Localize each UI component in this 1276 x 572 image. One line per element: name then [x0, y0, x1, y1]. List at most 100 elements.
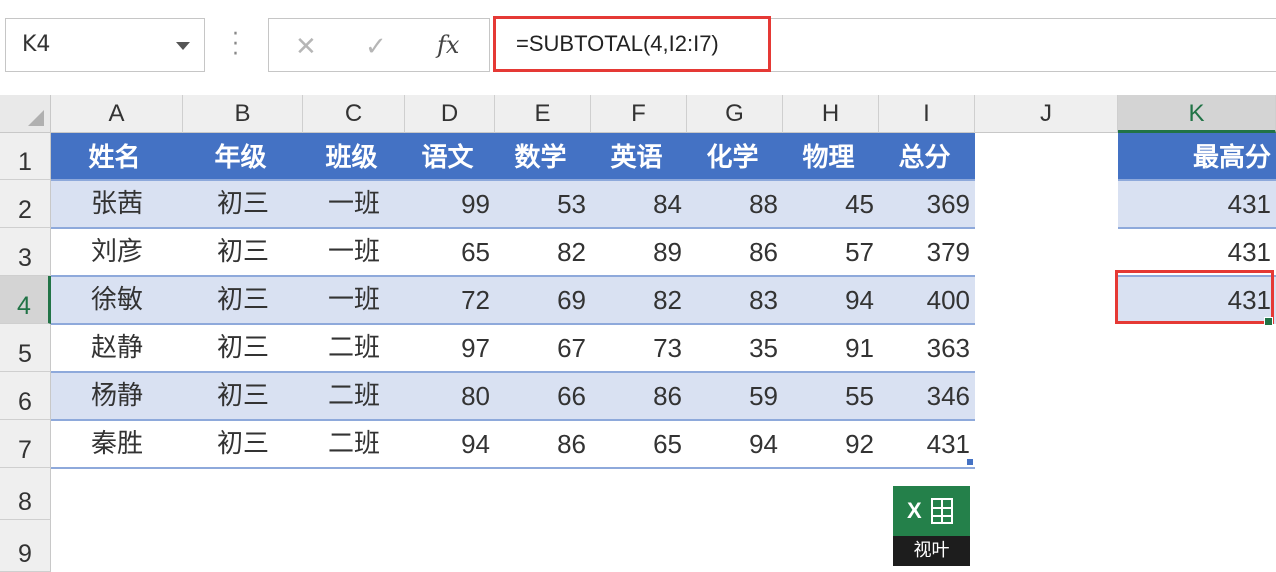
row-header-2[interactable]: 2 — [0, 180, 51, 228]
table-cell[interactable]: 346 — [879, 372, 975, 420]
name-box[interactable]: K4 — [5, 18, 205, 72]
table-cell[interactable]: 初三 — [183, 228, 303, 276]
row-header-6[interactable]: 6 — [0, 372, 51, 420]
k-value-cell[interactable]: 431 — [1118, 180, 1276, 228]
table-cell[interactable]: 一班 — [303, 228, 405, 276]
table-cell[interactable]: 99 — [405, 180, 495, 228]
table-cell[interactable]: 初三 — [183, 324, 303, 372]
table-cell[interactable]: 59 — [687, 372, 783, 420]
select-all-corner[interactable] — [0, 95, 51, 133]
k-row-divider — [1118, 227, 1276, 229]
row-header-3[interactable]: 3 — [0, 228, 51, 276]
row-header-8[interactable]: 8 — [0, 468, 51, 520]
row-header-7[interactable]: 7 — [0, 420, 51, 468]
table-cell[interactable]: 369 — [879, 180, 975, 228]
table-cell[interactable]: 86 — [687, 228, 783, 276]
fill-handle[interactable] — [1264, 317, 1273, 326]
column-header-c[interactable]: C — [303, 95, 405, 133]
column-header-i[interactable]: I — [879, 95, 975, 133]
table-cell[interactable]: 初三 — [183, 180, 303, 228]
table-cell[interactable]: 84 — [591, 180, 687, 228]
row-header-9[interactable]: 9 — [0, 520, 51, 572]
table-cell[interactable]: 82 — [495, 228, 591, 276]
column-header-g[interactable]: G — [687, 95, 783, 133]
table-cell[interactable]: 73 — [591, 324, 687, 372]
table-cell[interactable]: 82 — [591, 276, 687, 324]
table-cell[interactable]: 二班 — [303, 420, 405, 468]
k-value-cell[interactable]: 431 — [1118, 228, 1276, 276]
cell-value: 秦胜 — [90, 429, 143, 459]
table-cell[interactable]: 400 — [879, 276, 975, 324]
table-cell[interactable]: 89 — [591, 228, 687, 276]
table-cell[interactable]: 431 — [879, 420, 975, 468]
column-header-f[interactable]: F — [591, 95, 687, 133]
table-cell[interactable]: 67 — [495, 324, 591, 372]
enter-icon[interactable]: ✓ — [365, 32, 387, 62]
row-header-1[interactable]: 1 — [0, 133, 51, 180]
table-cell[interactable]: 秦胜 — [51, 420, 183, 468]
table-cell[interactable]: 杨静 — [51, 372, 183, 420]
table-resize-handle[interactable] — [967, 459, 973, 465]
formula-input[interactable]: =SUBTOTAL(4,I2:I7) — [493, 16, 771, 72]
chevron-down-icon[interactable] — [176, 42, 190, 50]
table-cell[interactable]: 一班 — [303, 180, 405, 228]
cancel-icon[interactable]: ✕ — [295, 32, 317, 62]
column-header-k[interactable]: K — [1118, 95, 1276, 133]
table-cell[interactable]: 379 — [879, 228, 975, 276]
k-header-cell[interactable]: 最高分 — [1118, 133, 1276, 180]
table-cell[interactable]: 91 — [783, 324, 879, 372]
column-header-j[interactable]: J — [975, 95, 1118, 133]
table-cell[interactable]: 66 — [495, 372, 591, 420]
column-header-e[interactable]: E — [495, 95, 591, 133]
table-cell[interactable]: 65 — [405, 228, 495, 276]
table-cell[interactable]: 94 — [405, 420, 495, 468]
table-cell[interactable]: 刘彦 — [51, 228, 183, 276]
table-cell[interactable]: 83 — [687, 276, 783, 324]
table-cell[interactable]: 69 — [495, 276, 591, 324]
table-header-cell[interactable]: 物理 — [783, 133, 879, 180]
row-header-5[interactable]: 5 — [0, 324, 51, 372]
more-options-icon[interactable]: · · · — [232, 24, 239, 66]
table-header-cell[interactable]: 语文 — [405, 133, 495, 180]
table-cell[interactable]: 赵静 — [51, 324, 183, 372]
table-cell[interactable]: 徐敏 — [51, 276, 183, 324]
table-cell[interactable]: 363 — [879, 324, 975, 372]
table-cell[interactable]: 初三 — [183, 420, 303, 468]
table-cell[interactable]: 97 — [405, 324, 495, 372]
table-header-cell[interactable]: 化学 — [687, 133, 783, 180]
table-cell[interactable]: 53 — [495, 180, 591, 228]
column-header-a[interactable]: A — [51, 95, 183, 133]
table-cell[interactable]: 55 — [783, 372, 879, 420]
row-number: 4 — [17, 292, 31, 320]
table-cell[interactable]: 94 — [687, 420, 783, 468]
table-cell[interactable]: 72 — [405, 276, 495, 324]
column-header-b[interactable]: B — [183, 95, 303, 133]
table-cell[interactable]: 一班 — [303, 276, 405, 324]
table-header-cell[interactable]: 班级 — [303, 133, 405, 180]
table-cell[interactable]: 二班 — [303, 372, 405, 420]
formula-input-extension[interactable] — [771, 18, 1276, 72]
table-cell[interactable]: 二班 — [303, 324, 405, 372]
table-cell[interactable]: 65 — [591, 420, 687, 468]
column-header-h[interactable]: H — [783, 95, 879, 133]
table-cell[interactable]: 94 — [783, 276, 879, 324]
table-cell[interactable]: 86 — [495, 420, 591, 468]
column-header-d[interactable]: D — [405, 95, 495, 133]
table-header-cell[interactable]: 英语 — [591, 133, 687, 180]
table-cell[interactable]: 45 — [783, 180, 879, 228]
row-header-4[interactable]: 4 — [0, 276, 51, 324]
table-cell[interactable]: 初三 — [183, 372, 303, 420]
table-cell[interactable]: 86 — [591, 372, 687, 420]
table-cell[interactable]: 35 — [687, 324, 783, 372]
table-cell[interactable]: 初三 — [183, 276, 303, 324]
table-cell[interactable]: 57 — [783, 228, 879, 276]
table-header-cell[interactable]: 数学 — [495, 133, 591, 180]
table-header-cell[interactable]: 总分 — [879, 133, 975, 180]
insert-function-icon[interactable]: fx — [437, 31, 459, 59]
table-cell[interactable]: 92 — [783, 420, 879, 468]
table-cell[interactable]: 88 — [687, 180, 783, 228]
table-header-cell[interactable]: 姓名 — [51, 133, 183, 180]
table-cell[interactable]: 80 — [405, 372, 495, 420]
table-header-cell[interactable]: 年级 — [183, 133, 303, 180]
table-cell[interactable]: 张茜 — [51, 180, 183, 228]
